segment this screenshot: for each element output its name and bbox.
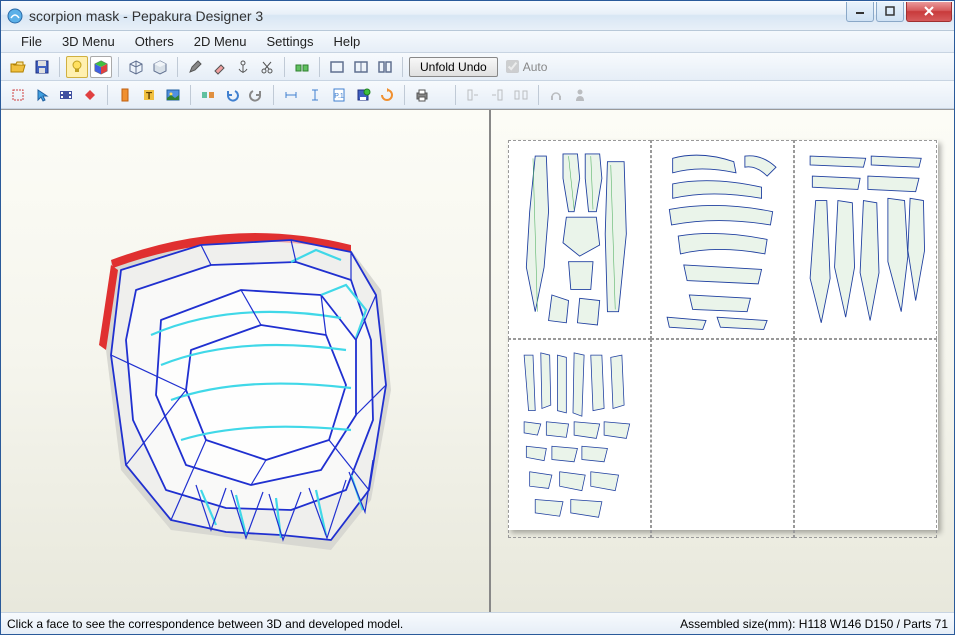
minimize-button[interactable] [846, 2, 874, 22]
lightbulb-icon[interactable] [66, 56, 88, 78]
headphone-icon[interactable] [545, 84, 567, 106]
window-title: scorpion mask - Pepakura Designer 3 [29, 8, 844, 24]
window-alt-icon[interactable] [374, 56, 396, 78]
svg-text:T: T [146, 91, 152, 102]
align-v-icon[interactable] [304, 84, 326, 106]
unfold-icon[interactable] [291, 56, 313, 78]
image-icon[interactable] [162, 84, 184, 106]
film-icon[interactable] [55, 84, 77, 106]
status-info: Assembled size(mm): H118 W146 D150 / Par… [680, 617, 948, 631]
svg-text:P.1: P.1 [334, 93, 344, 100]
scissors-icon[interactable] [256, 56, 278, 78]
page-4[interactable] [508, 339, 651, 538]
cube-flat-icon[interactable] [149, 56, 171, 78]
align-h-icon[interactable] [280, 84, 302, 106]
print-icon[interactable] [411, 84, 433, 106]
pen-icon[interactable] [184, 56, 206, 78]
model-3d-render [51, 190, 451, 570]
dim-both-icon[interactable] [510, 84, 532, 106]
person-icon[interactable] [569, 84, 591, 106]
move-orange-icon[interactable] [114, 84, 136, 106]
open-icon[interactable] [7, 56, 29, 78]
page-2[interactable] [651, 140, 794, 339]
page-5[interactable] [651, 339, 794, 538]
menubar: File 3D Menu Others 2D Menu Settings Hel… [1, 31, 954, 53]
select-arrow-icon[interactable] [31, 84, 53, 106]
menu-help[interactable]: Help [323, 32, 370, 51]
unfold-undo-button[interactable]: Unfold Undo [409, 57, 498, 77]
join-icon[interactable] [197, 84, 219, 106]
dim-right-icon[interactable] [486, 84, 508, 106]
save-icon[interactable] [31, 56, 53, 78]
titlebar: scorpion mask - Pepakura Designer 3 [1, 1, 954, 31]
window-single-icon[interactable] [326, 56, 348, 78]
statusbar: Click a face to see the correspondence b… [1, 612, 954, 634]
app-icon [7, 8, 23, 24]
window-split-icon[interactable] [350, 56, 372, 78]
menu-2d[interactable]: 2D Menu [184, 32, 257, 51]
menu-settings[interactable]: Settings [256, 32, 323, 51]
viewport-2d[interactable] [491, 110, 954, 612]
toolbar-primary: Unfold Undo Auto [1, 53, 954, 81]
auto-checkbox-input[interactable] [506, 60, 519, 73]
close-button[interactable] [906, 2, 952, 22]
undo-icon[interactable] [221, 84, 243, 106]
page-3[interactable] [794, 140, 937, 339]
menu-file[interactable]: File [11, 32, 52, 51]
cube-wire-icon[interactable] [125, 56, 147, 78]
redo-icon[interactable] [245, 84, 267, 106]
page-setup-icon[interactable]: P.1 [328, 84, 350, 106]
erase-red-icon[interactable] [79, 84, 101, 106]
page-6[interactable] [794, 339, 937, 538]
anchor-icon[interactable] [232, 56, 254, 78]
status-hint: Click a face to see the correspondence b… [7, 617, 680, 631]
save-disk-icon[interactable] [352, 84, 374, 106]
menu-others[interactable]: Others [125, 32, 184, 51]
select-rect-icon[interactable] [7, 84, 29, 106]
maximize-button[interactable] [876, 2, 904, 22]
refresh-icon[interactable] [376, 84, 398, 106]
toolbar-secondary: T P.1 [1, 81, 954, 109]
cube-color-icon[interactable] [90, 56, 112, 78]
unfold-pages [508, 140, 938, 530]
dim-left-icon[interactable] [462, 84, 484, 106]
page-1[interactable] [508, 140, 651, 339]
menu-3d[interactable]: 3D Menu [52, 32, 125, 51]
viewport-3d[interactable] [1, 110, 491, 612]
eraser-icon[interactable] [208, 56, 230, 78]
text-icon[interactable]: T [138, 84, 160, 106]
auto-checkbox[interactable]: Auto [506, 60, 548, 74]
auto-label: Auto [523, 60, 548, 74]
workspace [1, 109, 954, 612]
